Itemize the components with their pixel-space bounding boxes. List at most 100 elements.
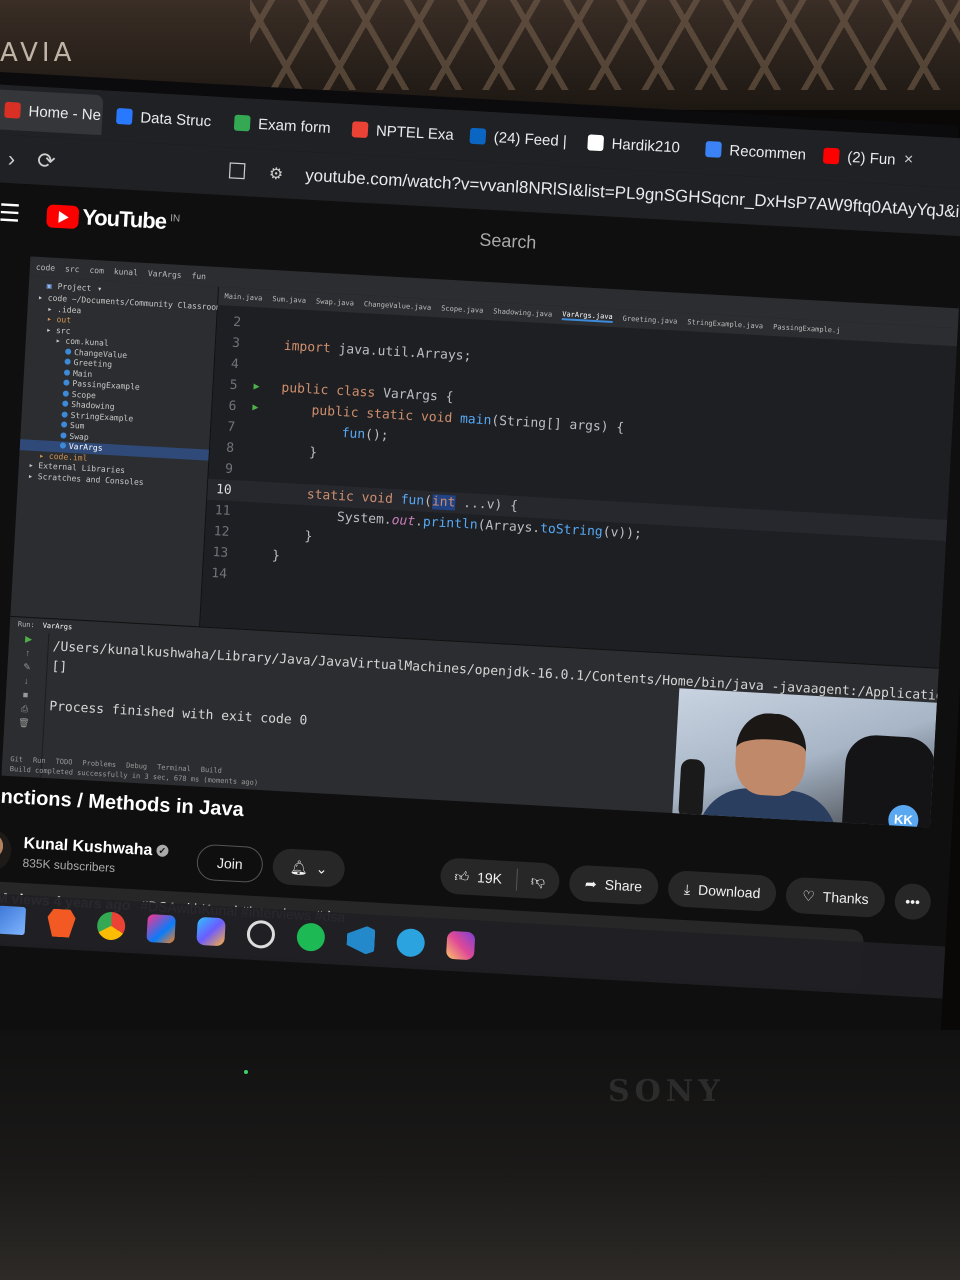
presenter-head bbox=[733, 711, 809, 798]
editor-tab[interactable]: PassingExample.j bbox=[773, 323, 841, 335]
spotify-icon[interactable] bbox=[296, 922, 326, 952]
editor-tab[interactable]: Swap.java bbox=[316, 297, 354, 307]
notifications-button[interactable]: 🔔︎ ⌄ bbox=[271, 847, 346, 888]
run-label: Run: bbox=[17, 620, 35, 630]
tree-item-label: com.kunal bbox=[65, 336, 109, 348]
project-panel: ▣ Project ▾ ▸ code ~/Documents/Community… bbox=[10, 276, 236, 627]
share-button[interactable]: ➦ Share bbox=[568, 864, 660, 906]
thanks-button[interactable]: ♡ Thanks bbox=[785, 876, 886, 919]
editor-tab[interactable]: ChangeValue.java bbox=[364, 300, 432, 312]
editor-tab[interactable]: VarArgs.java bbox=[561, 310, 613, 324]
java-class-icon bbox=[63, 379, 70, 386]
browser-tab[interactable]: Exam form bbox=[219, 102, 339, 149]
like-count: 19K bbox=[476, 869, 503, 887]
browser-tab[interactable]: Hardik210 bbox=[573, 122, 693, 169]
project-label: Project bbox=[57, 281, 92, 293]
line-number: 14 bbox=[210, 566, 228, 582]
site-settings-icon[interactable]: ⚙ bbox=[268, 164, 283, 185]
country-code: IN bbox=[169, 213, 181, 225]
brave-icon[interactable] bbox=[47, 908, 77, 938]
editor-tab[interactable]: Greeting.java bbox=[622, 315, 677, 326]
browser-tab-label: (2) Fun bbox=[846, 148, 897, 169]
chatgpt-icon[interactable] bbox=[246, 919, 276, 950]
line-number: 11 bbox=[214, 503, 231, 519]
browser-tab-label: Data Struc bbox=[139, 108, 212, 130]
hamburger-menu-icon[interactable]: ☰ bbox=[0, 198, 21, 228]
reload-icon[interactable]: ⟳ bbox=[36, 148, 56, 175]
vscode-icon[interactable] bbox=[346, 925, 376, 955]
more-actions-button[interactable]: ••• bbox=[893, 882, 932, 921]
like-button[interactable]: 👍︎ 19K bbox=[440, 857, 517, 897]
folder-icon: ▸ bbox=[55, 335, 66, 346]
browser-tab-label: Hardik210 bbox=[611, 135, 681, 156]
breadcrumb-item[interactable]: fun bbox=[191, 271, 206, 281]
run-gutter-icon[interactable]: ▶ bbox=[253, 381, 260, 392]
download-button[interactable]: ⤓ Download bbox=[667, 870, 778, 913]
browser-tab[interactable]: (2) Fun × bbox=[808, 135, 928, 182]
editor-tab[interactable]: Shadowing.java bbox=[493, 307, 552, 318]
code-area[interactable]: 2 3 import java.util.Arrays; 4 5 ▶ public clas… bbox=[202, 311, 956, 625]
browser-tab[interactable]: Recommen bbox=[690, 128, 810, 175]
channel-avatar[interactable] bbox=[0, 827, 13, 873]
browser-tab-label: Recommen bbox=[728, 141, 807, 164]
java-class-icon bbox=[62, 389, 70, 397]
close-icon[interactable]: × bbox=[903, 151, 913, 169]
instagram-icon[interactable] bbox=[445, 930, 476, 961]
join-button[interactable]: Join bbox=[195, 843, 264, 884]
folder-icon: ▸ bbox=[37, 292, 49, 303]
tree-item-label: Swap bbox=[69, 431, 89, 442]
breadcrumb-item[interactable]: com bbox=[89, 265, 104, 275]
verified-icon: ✓ bbox=[156, 844, 169, 858]
desktop-icon[interactable] bbox=[0, 905, 27, 936]
search-input[interactable]: Search bbox=[479, 229, 537, 253]
intellij-icon[interactable] bbox=[146, 913, 176, 944]
tree-item-label: out bbox=[56, 314, 72, 325]
tree-item-label: Greeting bbox=[73, 357, 113, 370]
bookmark-icon[interactable]: ☐ bbox=[227, 158, 248, 185]
run-gutter-icon[interactable]: ▶ bbox=[252, 402, 259, 413]
copilot-icon[interactable] bbox=[196, 916, 226, 947]
breadcrumb-item[interactable]: VarArgs bbox=[148, 269, 182, 280]
laptop-brand: SONY bbox=[608, 1074, 725, 1109]
editor-tab[interactable]: StringExample.java bbox=[687, 318, 763, 330]
tool-tab[interactable]: Run bbox=[33, 755, 46, 766]
java-class-icon bbox=[59, 442, 67, 449]
trash-icon[interactable]: 🗑 bbox=[4, 715, 44, 731]
breadcrumb-item[interactable]: kunal bbox=[114, 267, 139, 277]
youtube-wordmark: YouTube bbox=[81, 204, 167, 234]
dislike-button[interactable]: 👎︎ bbox=[516, 862, 560, 900]
forward-icon[interactable]: › bbox=[7, 146, 16, 172]
code-text: } bbox=[272, 527, 313, 545]
youtube-logo[interactable]: YouTube IN bbox=[45, 202, 181, 235]
browser-tab[interactable]: Home - Ne bbox=[0, 88, 104, 136]
chevron-down-icon: ⌄ bbox=[315, 859, 328, 877]
download-label: Download bbox=[697, 881, 761, 902]
breadcrumb-item[interactable]: src bbox=[65, 264, 80, 274]
code-editor[interactable]: Main.java Sum.java Swap.java ChangeValue.ja… bbox=[200, 286, 958, 668]
channel-info: Kunal Kushwaha ✓ 835K subscribers bbox=[22, 834, 184, 878]
bell-icon: 🔔︎ bbox=[289, 858, 309, 876]
video-player[interactable]: code src com kunal VarArgs fun ▣ Project ▾ ▸ … bbox=[1, 256, 959, 828]
thumbs-up-icon: 👍︎ bbox=[454, 867, 470, 885]
browser-tab-label: Home - Ne bbox=[28, 102, 102, 124]
editor-tab[interactable]: Sum.java bbox=[272, 295, 306, 305]
browser-tab[interactable]: Data Struc bbox=[101, 95, 221, 142]
line-number: 5 bbox=[229, 377, 238, 394]
thanks-label: Thanks bbox=[822, 888, 870, 908]
video-title: Functions / Methods in Java bbox=[0, 784, 245, 822]
telegram-icon[interactable] bbox=[395, 927, 426, 958]
tool-tab[interactable]: Git bbox=[10, 754, 23, 765]
editor-tab[interactable]: Scope.java bbox=[441, 304, 484, 314]
github-icon bbox=[587, 134, 605, 152]
line-number: 12 bbox=[213, 524, 230, 540]
browser-tab[interactable]: NPTEL Exa bbox=[337, 108, 457, 155]
share-icon: ➦ bbox=[584, 874, 598, 892]
chrome-icon[interactable] bbox=[96, 911, 126, 941]
breadcrumb-item[interactable]: code bbox=[36, 262, 56, 272]
java-class-icon bbox=[60, 421, 68, 428]
editor-tab[interactable]: Main.java bbox=[224, 292, 262, 302]
run-tab[interactable]: VarArgs bbox=[42, 622, 72, 632]
channel-name-text[interactable]: Kunal Kushwaha bbox=[23, 834, 153, 858]
browser-tab[interactable]: (24) Feed | bbox=[455, 115, 575, 162]
